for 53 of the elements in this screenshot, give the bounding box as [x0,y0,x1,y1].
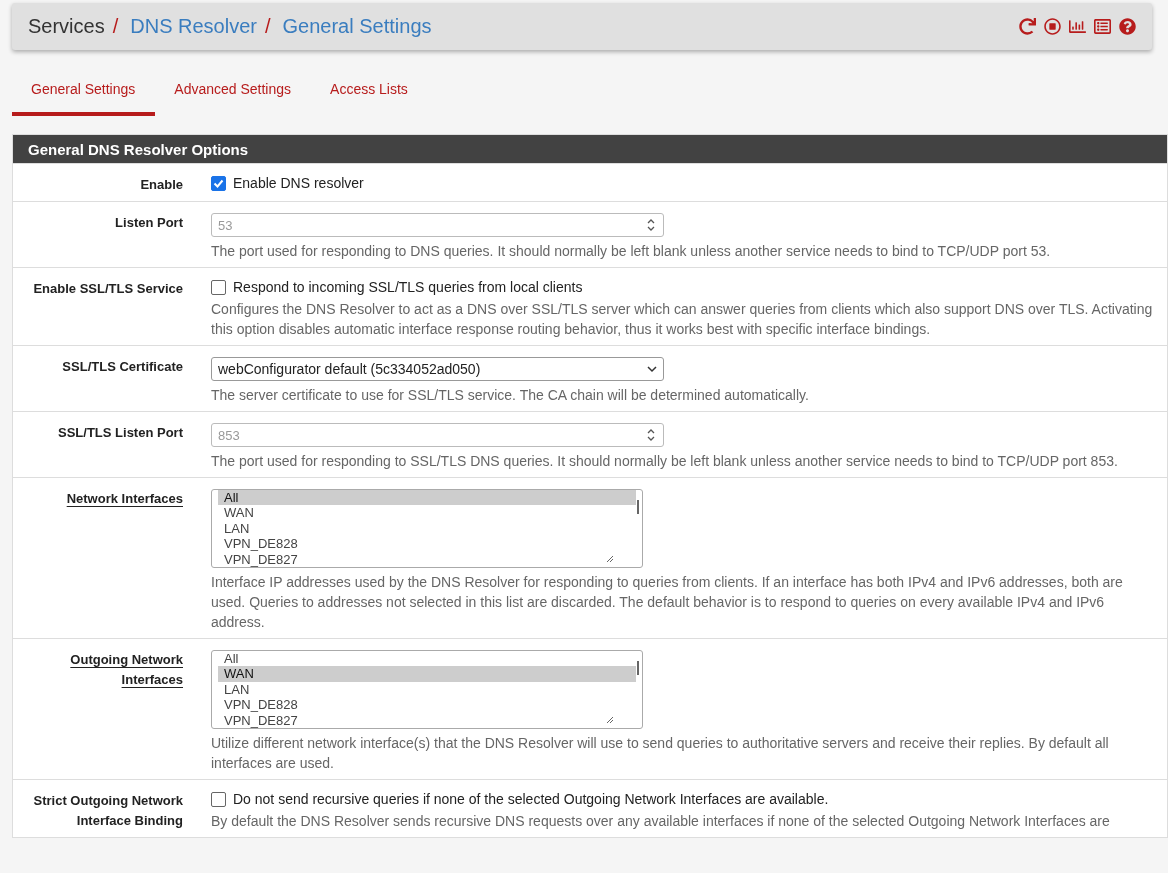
help-text: Utilize different network interface(s) that the DNS Resolver will use to send queries to authoritative servers and receive their replies. By default all interfaces are used. [211,734,1110,773]
field-label: Strict Outgoing Network Interface Binding [32,792,183,830]
list-icon[interactable] [1094,18,1111,35]
list-option[interactable]: All [218,490,636,506]
field-label: SSL/TLS Certificate [62,358,183,376]
tab[interactable]: Advanced Settings [155,70,312,116]
field-label: Listen Port [115,214,183,232]
breadcrumb-separator: / [264,15,271,38]
restart-icon[interactable] [1019,18,1036,35]
list-option[interactable]: VPN_DE828 [218,536,636,552]
checkbox-label: Enable DNS resolver [233,175,364,191]
help-text: The port used for responding to DNS queries. It should normally be left blank unless another service needs to bind to TCP/UDP port 53. [211,242,1052,261]
caret-icon [647,365,657,373]
resize-grip-icon[interactable] [606,716,614,724]
checkbox-label: Respond to incoming SSL/TLS queries from local clients [233,279,583,295]
help-text: Configures the DNS Resolver to act as a DNS over SSL/TLS server which can answer queries from clients which also support DNS over TLS. Activating this option disables automatic interface response routing behavior, thus it works best with specific interface bindings. [211,300,1153,339]
tab[interactable]: General Settings [12,70,156,116]
list-option[interactable]: WAN [218,505,636,521]
interface-list[interactable]: All WAN LAN VPN_DE828 VPN_DE827 [211,650,643,729]
field-label[interactable]: Network Interfaces [66,489,183,632]
list-option[interactable]: LAN [218,681,636,698]
help-icon[interactable] [1119,18,1136,35]
spinner-icon[interactable] [646,428,656,442]
resize-grip-icon[interactable] [606,555,614,563]
spinner-icon[interactable] [646,218,656,232]
list-option[interactable]: VPN_DE827 [218,551,636,567]
field-label[interactable]: Outgoing Network Interfaces [13,650,183,773]
field-label: Enable SSL/TLS Service [33,280,183,298]
checkbox[interactable] [211,175,226,191]
checkbox-label: Do not send recursive queries if none of the selected Outgoing Network Interfaces are available. [233,791,829,807]
bar-chart-icon[interactable] [1069,18,1086,35]
stop-icon[interactable] [1044,18,1061,35]
help-text: Interface IP addresses used by the DNS Resolver for responding to queries from clients. If an interface has both IPv4 and IPv6 addresses, both are used. Queries to addresses not selected in this list are discarded. The default behavior is to respond to queries on every available IPv4 and IPv6 address. [211,573,1124,632]
help-text: The port used for responding to SSL/TLS DNS queries. It should normally be left blank unless another service needs to bind to TCP/UDP port 853. [211,452,1119,471]
list-option[interactable]: VPN_DE828 [218,697,636,713]
port-field[interactable]: 53 [211,213,664,237]
tab[interactable]: Access Lists [311,70,428,116]
list-option[interactable]: WAN [218,666,636,682]
help-text: The server certificate to use for SSL/TLS service. The CA chain will be determined automatically. [211,386,810,405]
breadcrumb-separator: / [112,15,119,38]
breadcrumb-item: Services [28,15,105,38]
certificate-select[interactable]: webConfigurator default (5c334052ad050) [211,357,664,381]
checkbox[interactable] [211,279,226,295]
panel-title: General DNS Resolver Options [13,135,1167,163]
checkbox[interactable] [211,791,226,807]
list-option[interactable]: VPN_DE827 [218,712,636,728]
list-option[interactable]: LAN [218,520,636,537]
field-label: Enable [140,176,183,194]
port-field[interactable]: 853 [211,423,664,447]
field-label: SSL/TLS Listen Port [58,424,183,442]
help-text: By default the DNS Resolver sends recursive DNS requests over any available interfaces if none of the selected Outgoing Network Interfaces are [211,812,1111,831]
list-option[interactable]: All [218,651,636,667]
interface-list[interactable]: All WAN LAN VPN_DE828 VPN_DE827 [211,489,643,568]
